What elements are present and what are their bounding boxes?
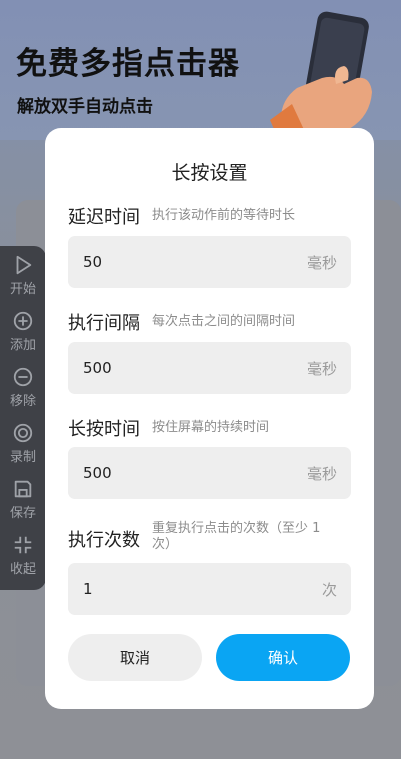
delay-time-unit: 毫秒 — [306, 253, 337, 272]
repeat-count-hint: 重复执行点击的次数（至少 1 次） — [152, 521, 320, 553]
delay-time-input[interactable] — [83, 253, 283, 271]
toolbar-remove-label: 移除 — [9, 394, 36, 409]
toolbar-collapse-label: 收起 — [9, 562, 36, 577]
toolbar-add-button[interactable]: 添加 — [0, 310, 46, 366]
delay-time-label: 延迟时间 — [68, 207, 140, 228]
cancel-button[interactable]: 取消 — [68, 634, 202, 681]
hand-phone-illustration — [270, 11, 372, 138]
floating-toolbar: 开始 添加 移除 录制 保存 收起 — [0, 246, 46, 590]
delay-time-hint: 执行该动作前的等待时长 — [152, 208, 296, 223]
toolbar-record-button[interactable]: 录制 — [0, 422, 46, 478]
long-press-settings-dialog: 长按设置 延迟时间 执行该动作前的等待时长 毫秒 执行间隔 每次点击之间的间隔时… — [45, 128, 374, 709]
press-duration-hint: 按住屏幕的持续时间 — [152, 420, 270, 435]
toolbar-start-button[interactable]: 开始 — [0, 254, 46, 310]
dialog-title: 长按设置 — [171, 162, 248, 184]
record-icon — [13, 423, 33, 443]
repeat-count-unit: 次 — [321, 580, 337, 599]
press-duration-field[interactable]: 毫秒 — [68, 447, 351, 499]
toolbar-record-label: 录制 — [9, 450, 36, 465]
repeat-count-input[interactable] — [83, 580, 283, 598]
toolbar-save-label: 保存 — [9, 506, 36, 521]
play-icon — [16, 255, 32, 275]
repeat-count-hint-line2: 次） — [152, 537, 179, 552]
press-duration-label: 长按时间 — [68, 419, 140, 440]
collapse-icon — [14, 536, 32, 554]
press-duration-input[interactable] — [83, 464, 283, 482]
repeat-count-field[interactable]: 次 — [68, 563, 351, 615]
repeat-count-hint-line1: 重复执行点击的次数（至少 1 — [152, 521, 321, 536]
repeat-count-label: 执行次数 — [68, 530, 140, 551]
toolbar-save-button[interactable]: 保存 — [0, 478, 46, 534]
press-duration-unit: 毫秒 — [306, 464, 337, 483]
toolbar-add-label: 添加 — [9, 338, 36, 353]
interval-label: 执行间隔 — [68, 313, 140, 334]
interval-field[interactable]: 毫秒 — [68, 342, 351, 394]
interval-hint: 每次点击之间的间隔时间 — [152, 314, 296, 329]
delay-time-field[interactable]: 毫秒 — [68, 236, 351, 288]
save-icon — [14, 480, 32, 498]
toolbar-remove-button[interactable]: 移除 — [0, 366, 46, 422]
plus-circle-icon — [13, 311, 33, 331]
interval-unit: 毫秒 — [306, 359, 337, 378]
minus-circle-icon — [13, 367, 33, 387]
interval-input[interactable] — [83, 359, 283, 377]
confirm-button[interactable]: 确认 — [216, 634, 350, 681]
toolbar-start-label: 开始 — [9, 282, 36, 297]
app-subtitle: 解放双手自动点击 — [17, 97, 153, 117]
toolbar-collapse-button[interactable]: 收起 — [0, 534, 46, 590]
app-title: 免费多指点击器 — [16, 46, 240, 82]
